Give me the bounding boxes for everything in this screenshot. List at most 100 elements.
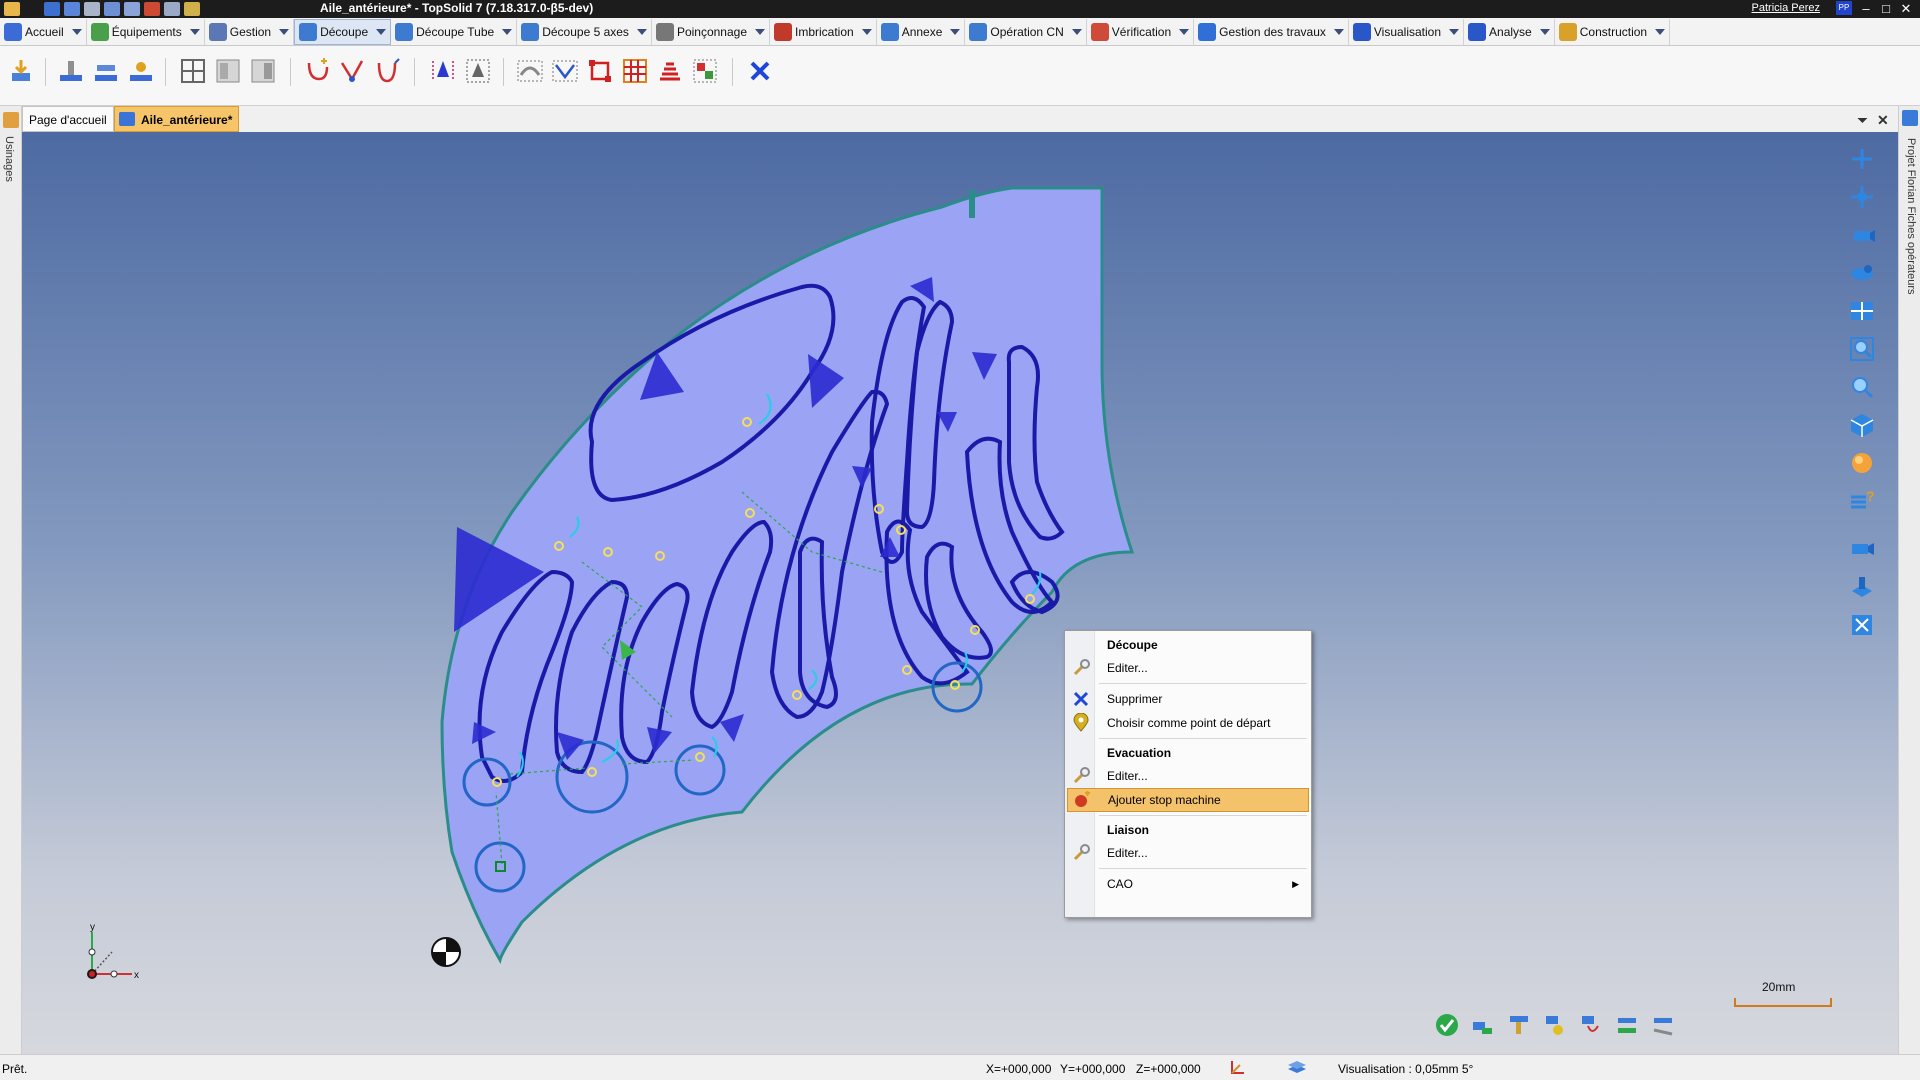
import-part-icon[interactable] — [5, 56, 35, 86]
lead-out-icon[interactable] — [337, 56, 367, 86]
tab-dropdown-icon[interactable] — [1071, 28, 1082, 35]
save-icon[interactable] — [44, 2, 60, 16]
sim-tool-5-icon[interactable] — [1612, 1010, 1642, 1040]
minimize-button[interactable]: – — [1858, 0, 1874, 18]
render-mode-icon[interactable] — [1842, 446, 1882, 480]
bridge-icon[interactable] — [515, 56, 545, 86]
print-icon[interactable] — [84, 2, 100, 16]
undo-icon[interactable] — [104, 2, 120, 16]
machining-sheet-icon[interactable] — [90, 56, 120, 86]
menu-item-editer[interactable]: Editer... — [1067, 841, 1309, 865]
tab-dropdown-icon[interactable] — [861, 28, 872, 35]
tab-annex[interactable]: Annexe — [877, 18, 966, 45]
coordinate-system-icon[interactable] — [1228, 1059, 1246, 1080]
save-all-icon[interactable] — [64, 2, 80, 16]
left-side-panel[interactable]: Usinages — [0, 106, 22, 1054]
menu-item-editer[interactable]: Editer... — [1067, 656, 1309, 680]
refresh-icon[interactable] — [164, 2, 180, 16]
viewports-layout-icon[interactable] — [1842, 294, 1882, 328]
stack-cut-icon[interactable] — [655, 56, 685, 86]
redo-icon[interactable] — [124, 2, 140, 16]
sim-tool-3-icon[interactable] — [1540, 1010, 1570, 1040]
zoom-window-icon[interactable] — [1842, 332, 1882, 366]
tab-dropdown-icon[interactable] — [502, 28, 513, 35]
sheet-split-icon[interactable] — [248, 56, 278, 86]
explode-view-icon[interactable] — [1842, 608, 1882, 642]
zoom-icon[interactable] — [1842, 370, 1882, 404]
move-view-icon[interactable] — [1842, 180, 1882, 214]
tab-aile-anterieure[interactable]: Aile_antérieure* — [114, 106, 240, 132]
machining-panel-icon[interactable] — [3, 112, 19, 128]
tab-dropdown-icon[interactable] — [279, 28, 290, 35]
sequence-icon[interactable] — [463, 56, 493, 86]
app-menu-icon[interactable] — [4, 2, 20, 16]
tab-home-page[interactable]: Page d'accueil — [22, 106, 114, 132]
tab-home[interactable]: Accueil — [0, 18, 87, 45]
graphics-viewport[interactable]: ? y x 20mm Découpe Editer... Supprimer C… — [22, 132, 1898, 1054]
tab-management[interactable]: Gestion — [205, 18, 295, 45]
menu-item-choisir-comme-point-de-depart[interactable]: Choisir comme point de départ — [1067, 711, 1309, 735]
start-point-icon[interactable] — [428, 56, 458, 86]
menu-item-editer[interactable]: Editer... — [1067, 764, 1309, 788]
sim-tool-1-icon[interactable] — [1468, 1010, 1498, 1040]
view-cube-icon[interactable] — [1842, 408, 1882, 442]
contour-red-icon[interactable] — [585, 56, 615, 86]
sim-tool-6-icon[interactable] — [1648, 1010, 1678, 1040]
user-avatar[interactable]: PP — [1836, 1, 1852, 15]
microjoint-icon[interactable] — [550, 56, 580, 86]
part-drawing[interactable] — [22, 132, 1898, 1054]
validate-check-icon[interactable] — [1432, 1010, 1462, 1040]
close-document-icon[interactable]: ✕ — [1877, 112, 1889, 129]
close-button[interactable]: ✕ — [1898, 0, 1914, 18]
tab-dropdown-icon[interactable] — [950, 28, 961, 35]
section-view-icon[interactable] — [1842, 570, 1882, 604]
tab-verification[interactable]: Vérification — [1087, 18, 1195, 45]
menu-item-ajouter-stop-machine[interactable]: Ajouter stop machine — [1067, 788, 1309, 812]
tab-list-chevron-icon[interactable]: ⏷ — [1857, 112, 1868, 129]
tab-dropdown-icon[interactable] — [1333, 28, 1344, 35]
nesting-grid-icon[interactable] — [178, 56, 208, 86]
machining-tool-icon[interactable] — [125, 56, 155, 86]
tab-dropdown-icon[interactable] — [189, 28, 200, 35]
add-view-icon[interactable] — [1842, 142, 1882, 176]
tab-five-axis-cutting[interactable]: Découpe 5 axes — [517, 18, 652, 45]
tab-dropdown-icon[interactable] — [1655, 28, 1666, 35]
tab-dropdown-icon[interactable] — [1179, 28, 1190, 35]
tab-nesting[interactable]: Imbrication — [770, 18, 877, 45]
right-panel-label[interactable]: Projet Florian Fiches opérateurs — [1905, 138, 1917, 295]
tab-analysis[interactable]: Analyse — [1464, 18, 1555, 45]
remnant-icon[interactable] — [690, 56, 720, 86]
loop-icon[interactable] — [372, 56, 402, 86]
camera-2-icon[interactable] — [1842, 532, 1882, 566]
sim-tool-2-icon[interactable] — [1504, 1010, 1534, 1040]
tab-visualization[interactable]: Visualisation — [1349, 18, 1465, 45]
tab-equipment[interactable]: Équipements — [87, 18, 205, 45]
layers-icon[interactable] — [1286, 1059, 1308, 1080]
tab-jobs[interactable]: Gestion des travaux — [1194, 18, 1349, 45]
settings-tool-icon[interactable] — [184, 2, 200, 16]
layers-help-icon[interactable]: ? — [1842, 484, 1882, 518]
user-name[interactable]: Patricia Perez — [1752, 2, 1820, 14]
tab-construction[interactable]: Construction — [1555, 18, 1671, 45]
tab-dropdown-icon[interactable] — [71, 28, 82, 35]
document-icon[interactable] — [144, 2, 160, 16]
menu-item-supprimer[interactable]: Supprimer — [1067, 687, 1309, 711]
tab-cutting[interactable]: Découpe — [294, 18, 392, 45]
tab-dropdown-icon[interactable] — [636, 28, 647, 35]
sheet-layout-icon[interactable] — [213, 56, 243, 86]
tab-dropdown-icon[interactable] — [1539, 28, 1550, 35]
maximize-button[interactable]: □ — [1878, 0, 1894, 18]
lead-in-icon[interactable] — [302, 56, 332, 86]
tab-cn-operation[interactable]: Opération CN — [965, 18, 1087, 45]
right-side-panel[interactable]: Projet Florian Fiches opérateurs — [1898, 106, 1920, 1054]
orbit-icon[interactable] — [1842, 256, 1882, 290]
menu-item-cao[interactable]: CAO ▶ — [1067, 872, 1309, 896]
left-panel-label[interactable]: Usinages — [3, 136, 15, 182]
cancel-x-icon[interactable] — [745, 56, 775, 86]
grid-cut-icon[interactable] — [620, 56, 650, 86]
camera-icon[interactable] — [1842, 218, 1882, 252]
project-panel-icon[interactable] — [1902, 110, 1918, 126]
tab-tube-cutting[interactable]: Découpe Tube — [391, 18, 518, 45]
tab-punching[interactable]: Poinçonnage — [652, 18, 770, 45]
machining-plate-icon[interactable] — [55, 56, 85, 86]
